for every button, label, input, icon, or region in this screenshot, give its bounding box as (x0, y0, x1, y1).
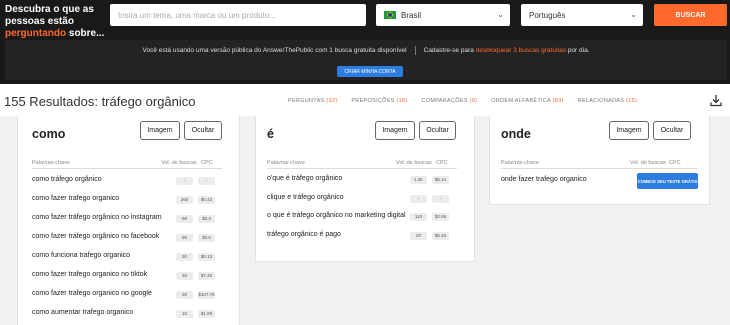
country-select[interactable]: Brasil ⌄ (376, 4, 510, 26)
cpc-badge: $0.3 (198, 215, 215, 223)
tab-count: (83) (552, 98, 564, 104)
keyword-text[interactable]: o que é tráfego orgânico no marketing di… (267, 212, 406, 219)
divider (501, 168, 697, 169)
column-header-keyword: Palavras-chave (32, 160, 70, 166)
cpc-badge: $0.5 (198, 234, 215, 242)
hide-button[interactable]: Ocultar (419, 121, 456, 140)
cpc-badge: $0.14 (432, 176, 449, 184)
cpc-badge: $7.45 (198, 272, 215, 280)
search-input[interactable] (110, 4, 366, 26)
chevron-down-icon: ⌄ (497, 10, 504, 19)
language-label: Português (529, 10, 566, 20)
keyword-text[interactable]: como fazer trafego organico (32, 195, 119, 202)
tab-ordem-alfabetica[interactable]: ORDEM ALFABÉTICA (83) (491, 98, 563, 104)
tab-count: (15) (626, 98, 638, 104)
cpc-badge: $0.42 (198, 196, 215, 204)
keyword-text[interactable]: como fazer trafego organico no google (32, 290, 152, 297)
image-button[interactable]: Imagem (375, 121, 415, 140)
column-header-keyword: Palavras-chave (501, 160, 539, 166)
card-title: é (267, 127, 274, 141)
card-title: como (32, 127, 66, 141)
keyword-text[interactable]: tráfego orgânico é pago (267, 231, 341, 238)
search-volume-badge: 90 (176, 215, 193, 223)
tab-label: ORDEM ALFABÉTICA (491, 98, 551, 104)
language-select[interactable]: Português ⌄ (521, 4, 643, 26)
divider (267, 168, 457, 169)
image-button[interactable]: Imagem (609, 121, 649, 140)
brazil-flag-icon (384, 11, 396, 19)
cpc-badge: - (198, 177, 215, 185)
keyword-text[interactable]: como funciona trafego organico (32, 252, 130, 259)
column-header-volume: Vol. de buscas (161, 160, 197, 166)
result-tabs: PERGUNTAS (32) PREPOSIÇÕES (18) COMPARAÇ… (288, 98, 637, 104)
keyword-text[interactable]: como fazer tráfego orgânico no instagram (32, 214, 162, 221)
banner-divider (414, 46, 416, 55)
search-volume-badge: 30 (176, 253, 193, 261)
public-version-banner: Você está usando uma versão pública do A… (5, 40, 727, 80)
banner-text-3: por dia. (567, 47, 590, 55)
column-header-cpc: CPC (201, 160, 213, 166)
search-volume-badge: 10 (176, 310, 193, 318)
cpc-badge: $1.69 (198, 310, 215, 318)
keyword-text[interactable]: onde fazer trafego organico (501, 176, 587, 183)
hide-button[interactable]: Ocultar (653, 121, 691, 140)
tab-count: (18) (396, 98, 408, 104)
tab-count: (9) (469, 98, 478, 104)
keyword-text[interactable]: como aumentar trafego organico (32, 309, 133, 316)
keyword-text[interactable]: o'que é tráfego orgânico (267, 175, 342, 182)
search-volume-badge: 90 (176, 234, 193, 242)
column-header-cpc: CPC (436, 160, 448, 166)
column-header-keyword: Palavras-chave (267, 160, 305, 166)
tab-perguntas[interactable]: PERGUNTAS (32) (288, 98, 337, 104)
tab-label: RELACIONADAS (577, 98, 625, 104)
cpc-badge: $0.46 (432, 231, 449, 240)
search-button[interactable]: BUSCAR (654, 4, 727, 26)
tab-label: COMPARAÇÕES (421, 98, 468, 104)
search-volume-badge: 30 (176, 272, 193, 280)
download-icon[interactable] (710, 94, 722, 107)
card-title: onde (501, 127, 531, 141)
tab-comparacoes[interactable]: COMPARAÇÕES (9) (422, 98, 478, 104)
tab-preposicoes[interactable]: PREPOSIÇÕES (18) (351, 98, 407, 104)
tagline-end: sobre... (68, 28, 105, 39)
column-header-cpc: CPC (669, 160, 681, 166)
column-header-volume: Vol. de buscas (630, 160, 666, 166)
cpc-badge: - (432, 194, 449, 203)
create-account-button[interactable]: CRIAR MINHA CONTA (337, 66, 403, 77)
banner-text-2: Cadastre-se para (423, 47, 474, 55)
results-title: 155 Resultados: tráfego orgânico (4, 94, 196, 109)
keyword-text[interactable]: como fazer trafego organico no tiktok (32, 271, 147, 278)
search-volume-badge: 1.3K (410, 176, 427, 184)
keyword-text[interactable]: como fazer tráfego orgânico no facebook (32, 233, 159, 240)
keyword-text[interactable]: clique e tráfego orgânico (267, 194, 344, 201)
tab-relacionadas[interactable]: RELACIONADAS (15) (578, 98, 638, 104)
keyword-text[interactable]: como tráfego orgânico (32, 176, 102, 183)
tab-label: PREPOSIÇÕES (351, 98, 395, 104)
search-volume-badge: 260 (176, 196, 193, 204)
search-volume-badge: 30 (176, 291, 193, 299)
search-volume-badge: 20 (410, 231, 427, 240)
banner-highlight: desbloquear 3 buscas gratuitas (475, 47, 567, 55)
hide-button[interactable]: Ocultar (184, 121, 222, 140)
search-volume-badge: 110 (410, 213, 427, 221)
tagline-text: Descubra o que as pessoas estão (5, 4, 94, 27)
cpc-badge: $2.59 (432, 213, 449, 221)
banner-text-1: Você está usando uma versão pública do A… (142, 47, 407, 55)
top-bar: Descubra o que as pessoas estão pergunta… (0, 0, 730, 84)
tab-label: PERGUNTAS (288, 98, 325, 104)
search-volume-badge: - (410, 194, 427, 203)
image-button[interactable]: Imagem (140, 121, 180, 140)
chevron-down-icon: ⌄ (630, 10, 637, 19)
tagline: Descubra o que as pessoas estão pergunta… (5, 4, 115, 40)
start-trial-button[interactable]: COMECE SEU TESTE GRÁTIS (637, 173, 698, 189)
banner-text: Você está usando uma versão pública do A… (5, 46, 727, 55)
cpc-badge: $107.76 (198, 291, 215, 299)
cpc-badge: $0.13 (198, 253, 215, 261)
tab-count: (32) (326, 98, 338, 104)
divider (32, 168, 222, 169)
column-header-volume: Vol. de buscas (396, 160, 432, 166)
tagline-highlight: perguntando (5, 28, 67, 39)
search-volume-badge: - (176, 177, 193, 185)
country-label: Brasil (401, 10, 422, 20)
